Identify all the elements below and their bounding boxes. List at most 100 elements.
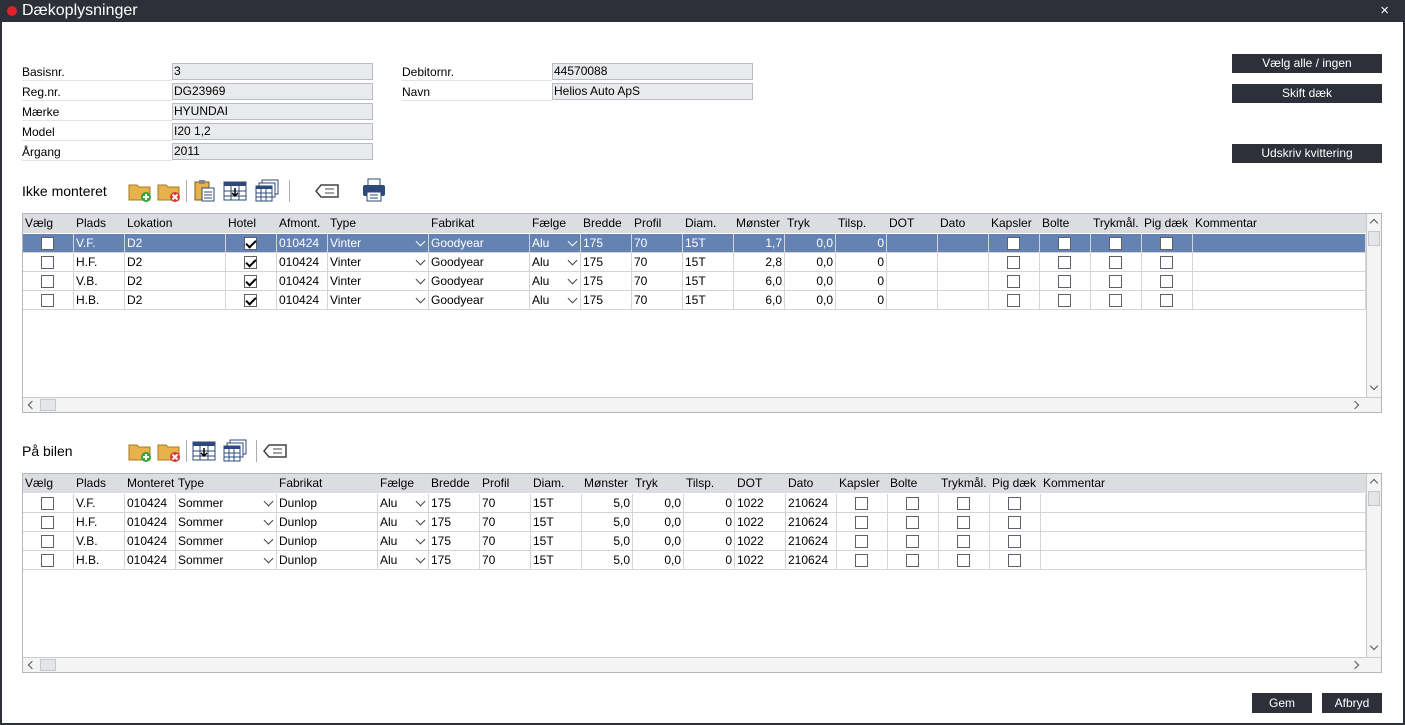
bolte-checkbox[interactable]: [906, 535, 919, 548]
column-header-hotel[interactable]: Hotel: [226, 214, 277, 233]
hotel-checkbox[interactable]: [244, 237, 257, 250]
column-header-bolte[interactable]: Bolte: [888, 474, 939, 493]
cell-type[interactable]: Sommer: [176, 532, 277, 551]
hotel-checkbox[interactable]: [244, 256, 257, 269]
table-row[interactable]: H.F. 010424 Sommer Dunlop Alu 175 70 15T 5,0 0,0 0…: [23, 513, 1366, 532]
scroll-up-icon[interactable]: [1367, 474, 1381, 489]
vaelg-checkbox[interactable]: [41, 294, 54, 307]
trykmaal-checkbox[interactable]: [1109, 256, 1122, 269]
kapsler-checkbox[interactable]: [855, 516, 868, 529]
cell-type[interactable]: Sommer: [176, 551, 277, 570]
trykmaal-checkbox[interactable]: [1109, 294, 1122, 307]
pigdaek-checkbox[interactable]: [1160, 237, 1173, 250]
trykmaal-checkbox[interactable]: [957, 535, 970, 548]
column-header-kapsler[interactable]: Kapsler: [837, 474, 888, 493]
column-header-dot[interactable]: DOT: [735, 474, 786, 493]
folder-add-icon[interactable]: [127, 438, 153, 464]
hotel-checkbox[interactable]: [244, 275, 257, 288]
grid-import-icon[interactable]: [191, 438, 217, 464]
chevron-down-icon[interactable]: [415, 534, 426, 545]
chevron-down-icon[interactable]: [415, 293, 426, 304]
chevron-down-icon[interactable]: [415, 515, 426, 526]
chevron-down-icon[interactable]: [415, 274, 426, 285]
on-car-horizontal-scrollbar[interactable]: [23, 657, 1381, 672]
trykmaal-checkbox[interactable]: [1109, 237, 1122, 250]
cell-type[interactable]: Vinter: [328, 253, 429, 272]
column-header-bredde[interactable]: Bredde: [581, 214, 632, 233]
scroll-up-icon[interactable]: [1367, 214, 1381, 229]
kapsler-checkbox[interactable]: [1007, 256, 1020, 269]
scroll-right-icon[interactable]: [1349, 398, 1364, 412]
cell-faelge[interactable]: Alu: [378, 494, 429, 513]
kapsler-checkbox[interactable]: [1007, 294, 1020, 307]
pigdaek-checkbox[interactable]: [1008, 516, 1021, 529]
chevron-down-icon[interactable]: [263, 553, 274, 564]
trykmaal-checkbox[interactable]: [957, 497, 970, 510]
column-header-faelge[interactable]: Fælge: [378, 474, 429, 493]
trykmaal-checkbox[interactable]: [1109, 275, 1122, 288]
kapsler-checkbox[interactable]: [855, 497, 868, 510]
column-header-diam[interactable]: Diam.: [531, 474, 582, 493]
column-header-lokation[interactable]: Lokation: [125, 214, 226, 233]
column-header-faelge[interactable]: Fælge: [530, 214, 581, 233]
chevron-down-icon[interactable]: [415, 553, 426, 564]
table-row[interactable]: V.F. 010424 Sommer Dunlop Alu 175 70 15T 5,0 0,0 0…: [23, 494, 1366, 513]
not-mounted-vertical-scrollbar[interactable]: [1366, 214, 1381, 397]
hotel-checkbox[interactable]: [244, 294, 257, 307]
column-header-vaelg[interactable]: Vælg: [23, 474, 74, 493]
folder-add-icon[interactable]: [127, 178, 153, 204]
chevron-down-icon[interactable]: [415, 236, 426, 247]
table-row[interactable]: V.B. 010424 Sommer Dunlop Alu 175 70 15T 5,0 0,0 0…: [23, 532, 1366, 551]
folder-delete-icon[interactable]: [156, 178, 182, 204]
table-row[interactable]: V.F. D2 010424 Vinter Goodyear Alu 175 70 15T 1,7…: [23, 234, 1366, 253]
scroll-right-icon[interactable]: [1349, 658, 1364, 672]
cell-faelge[interactable]: Alu: [530, 272, 581, 291]
column-header-dato[interactable]: Dato: [786, 474, 837, 493]
bolte-checkbox[interactable]: [906, 497, 919, 510]
grid-multi-icon[interactable]: [254, 178, 280, 204]
tag-icon[interactable]: [314, 178, 340, 204]
column-header-tilsp[interactable]: Tilsp.: [836, 214, 887, 233]
column-header-tryk[interactable]: Tryk: [785, 214, 836, 233]
tag-icon[interactable]: [262, 438, 288, 464]
vaelg-checkbox[interactable]: [41, 516, 54, 529]
pigdaek-checkbox[interactable]: [1160, 275, 1173, 288]
column-header-diam[interactable]: Diam.: [683, 214, 734, 233]
grid-multi-icon[interactable]: [222, 438, 248, 464]
chevron-down-icon[interactable]: [415, 255, 426, 266]
clipboard-edit-icon[interactable]: [191, 178, 217, 204]
cell-faelge[interactable]: Alu: [378, 532, 429, 551]
chevron-down-icon[interactable]: [415, 496, 426, 507]
scroll-left-icon[interactable]: [23, 658, 38, 672]
chevron-down-icon[interactable]: [567, 274, 578, 285]
table-row[interactable]: H.B. D2 010424 Vinter Goodyear Alu 175 70 15T 6,0…: [23, 291, 1366, 310]
swap-tyres-button[interactable]: Skift dæk: [1232, 84, 1382, 103]
cell-type[interactable]: Sommer: [176, 513, 277, 532]
column-header-fabrikat[interactable]: Fabrikat: [277, 474, 378, 493]
column-header-tryk[interactable]: Tryk: [633, 474, 684, 493]
chevron-down-icon[interactable]: [567, 236, 578, 247]
chevron-down-icon[interactable]: [567, 293, 578, 304]
cell-faelge[interactable]: Alu: [530, 291, 581, 310]
column-header-kapsler[interactable]: Kapsler: [989, 214, 1040, 233]
scroll-left-icon[interactable]: [23, 398, 38, 412]
pigdaek-checkbox[interactable]: [1008, 535, 1021, 548]
column-header-tilsp[interactable]: Tilsp.: [684, 474, 735, 493]
scroll-down-icon[interactable]: [1367, 640, 1381, 655]
chevron-down-icon[interactable]: [263, 515, 274, 526]
column-header-profil[interactable]: Profil: [632, 214, 683, 233]
column-header-bolte[interactable]: Bolte: [1040, 214, 1091, 233]
cell-type[interactable]: Vinter: [328, 234, 429, 253]
kapsler-checkbox[interactable]: [1007, 237, 1020, 250]
bolte-checkbox[interactable]: [906, 516, 919, 529]
table-row[interactable]: V.B. D2 010424 Vinter Goodyear Alu 175 70 15T 6,0…: [23, 272, 1366, 291]
vaelg-checkbox[interactable]: [41, 554, 54, 567]
chevron-down-icon[interactable]: [567, 255, 578, 266]
vaelg-checkbox[interactable]: [41, 256, 54, 269]
column-header-bredde[interactable]: Bredde: [429, 474, 480, 493]
bolte-checkbox[interactable]: [1058, 237, 1071, 250]
scroll-thumb[interactable]: [1368, 231, 1380, 246]
cell-faelge[interactable]: Alu: [378, 551, 429, 570]
pigdaek-checkbox[interactable]: [1160, 294, 1173, 307]
cell-type[interactable]: Sommer: [176, 494, 277, 513]
